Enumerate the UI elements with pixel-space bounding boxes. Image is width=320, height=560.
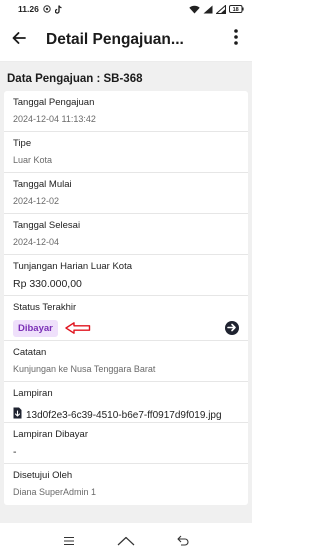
field-tipe: Tipe Luar Kota [4, 132, 248, 173]
field-label: Lampiran [13, 388, 53, 399]
field-status: Status Terakhir Dibayar [4, 296, 248, 341]
field-label: Tanggal Mulai [13, 179, 72, 190]
recent-apps-button[interactable] [57, 532, 81, 552]
arrow-right-circle-icon [227, 319, 237, 337]
field-lampiran: Lampiran 13d0f2e3-6c39-4510-b6e7-ff0917d… [4, 382, 248, 423]
field-value: 2024-12-04 11:13:42 [13, 114, 96, 124]
field-label: Disetujui Oleh [13, 470, 73, 481]
back-button[interactable] [8, 29, 30, 51]
field-label: Lampiran Dibayar [13, 429, 88, 440]
battery-icon: 18 [229, 5, 244, 13]
system-nav-bar [0, 523, 252, 560]
field-value: 2024-12-02 [13, 196, 60, 206]
content-area[interactable]: Data Pengajuan : SB-368 Tanggal Pengajua… [0, 62, 252, 523]
field-tunjangan: Tunjangan Harian Luar Kota Rp 330.000,00 [4, 255, 248, 296]
record-icon [43, 5, 51, 13]
field-label: Status Terakhir [13, 302, 77, 313]
field-value: Kunjungan ke Nusa Tenggara Barat [13, 364, 156, 374]
status-time: 11.26 [18, 4, 39, 14]
system-back-button[interactable] [171, 532, 195, 552]
annotation-arrow-icon [65, 321, 91, 339]
field-catatan: Catatan Kunjungan ke Nusa Tenggara Barat [4, 341, 248, 382]
detail-card: Tanggal Pengajuan 2024-12-04 11:13:42 Ti… [4, 91, 248, 505]
wifi-icon [189, 5, 200, 14]
menu-lines-icon [63, 533, 75, 551]
tiktok-icon [54, 4, 62, 14]
field-value: Diana SuperAdmin 1 [13, 487, 97, 497]
app-bar: Detail Pengajuan... [0, 18, 252, 62]
field-value: 2024-12-04 [13, 237, 60, 247]
field-label: Tunjangan Harian Luar Kota [13, 261, 133, 272]
field-tanggal-pengajuan: Tanggal Pengajuan 2024-12-04 11:13:42 [4, 91, 248, 132]
file-download-icon [13, 406, 22, 424]
field-tanggal-selesai: Tanggal Selesai 2024-12-04 [4, 214, 248, 255]
signal-2-icon [216, 4, 226, 14]
home-icon [117, 533, 135, 551]
field-disetujui-oleh: Disetujui Oleh Diana SuperAdmin 1 [4, 464, 248, 505]
more-vertical-icon [234, 29, 238, 50]
home-button[interactable] [114, 532, 138, 552]
return-icon [177, 533, 189, 551]
status-detail-button[interactable] [225, 321, 239, 335]
field-label: Tanggal Selesai [13, 220, 81, 231]
field-lampiran-dibayar: Lampiran Dibayar - [4, 423, 248, 464]
section-title: Data Pengajuan : SB-368 [7, 73, 143, 85]
field-value: Rp 330.000,00 [13, 278, 82, 290]
signal-icon [203, 5, 213, 14]
status-badge: Dibayar [13, 320, 58, 337]
field-value: - [13, 446, 17, 458]
battery-level: 18 [233, 7, 239, 13]
field-tanggal-mulai: Tanggal Mulai 2024-12-02 [4, 173, 248, 214]
field-label: Tipe [13, 138, 32, 149]
status-bar: 11.26 18 [0, 0, 252, 18]
more-options-button[interactable] [228, 29, 244, 51]
page-title: Detail Pengajuan... [46, 30, 184, 48]
field-label: Tanggal Pengajuan [13, 97, 95, 108]
field-value: Luar Kota [13, 155, 53, 165]
arrow-left-icon [12, 31, 26, 49]
attachment-filename: 13d0f2e3-6c39-4510-b6e7-ff0917d9f019.jpg [26, 409, 222, 421]
field-label: Catatan [13, 347, 47, 358]
attachment-link[interactable]: 13d0f2e3-6c39-4510-b6e7-ff0917d9f019.jpg [13, 406, 239, 424]
